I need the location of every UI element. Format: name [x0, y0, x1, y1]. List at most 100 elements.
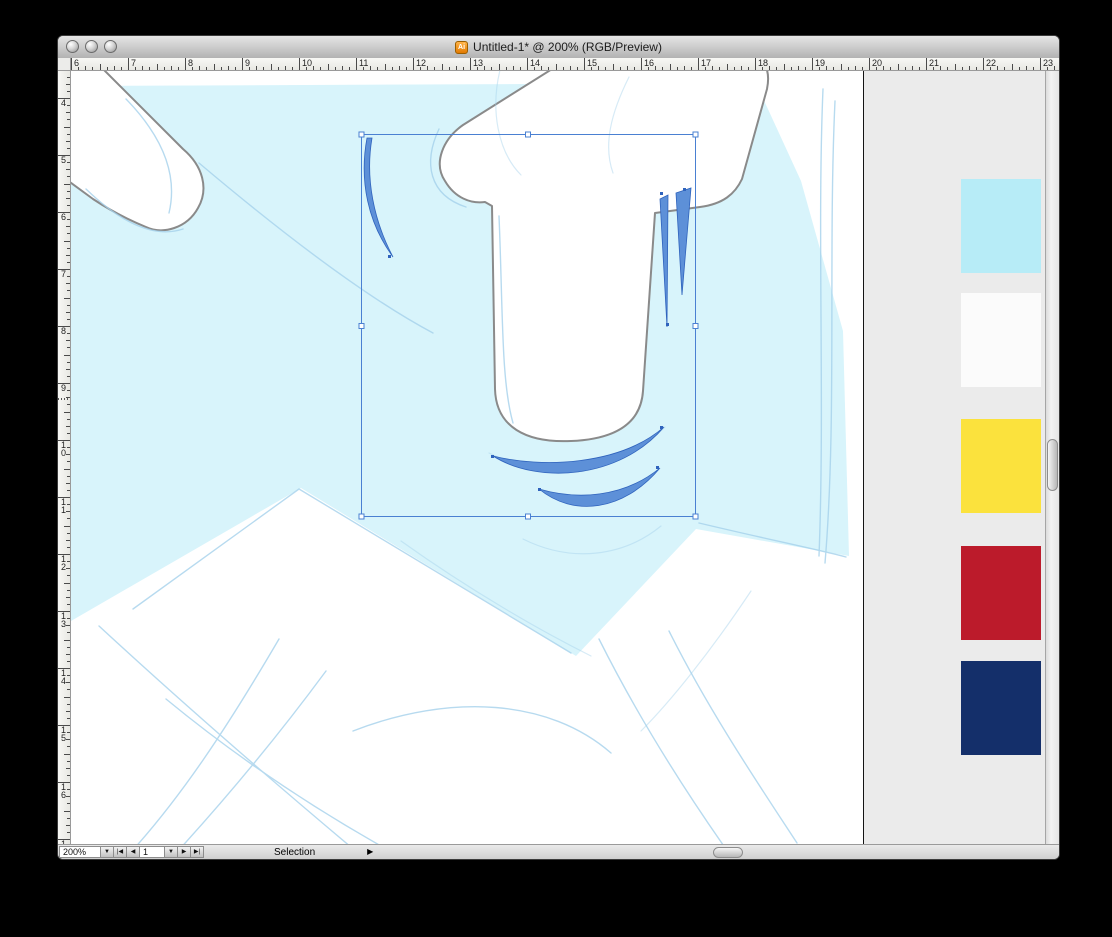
h-ruler-label: 6 [74, 58, 80, 68]
anchor-point[interactable] [683, 188, 686, 191]
swatch-cyan[interactable] [961, 179, 1041, 273]
h-ruler-tick [683, 66, 685, 70]
anchor-point[interactable] [666, 323, 669, 326]
h-ruler-tick [911, 66, 913, 70]
zoom-dropdown-button[interactable]: ▼ [100, 846, 114, 858]
swatch-red[interactable] [961, 546, 1041, 640]
anchor-point[interactable] [656, 466, 659, 469]
h-ruler-tick [662, 67, 664, 70]
titlebar[interactable]: Ai Untitled-1* @ 200% (RGB/Preview) [58, 36, 1059, 59]
pasteboard[interactable] [864, 71, 1045, 844]
anchor-point[interactable] [538, 488, 541, 491]
h-ruler-tick [227, 66, 229, 70]
h-ruler-tick [427, 66, 429, 70]
v-ruler-tick [67, 489, 70, 491]
v-ruler-tick [67, 190, 70, 192]
selection-handle[interactable] [692, 131, 699, 138]
status-text[interactable]: Selection [274, 847, 315, 858]
status-popup-arrow-icon[interactable]: ▶ [367, 848, 373, 856]
h-ruler-tick [983, 58, 984, 70]
v-ruler[interactable]: 4567891 01 11 21 31 41 51 61 7 [58, 71, 71, 844]
v-ruler-tick [67, 475, 70, 477]
v-ruler-tick [67, 675, 70, 677]
illustrator-doc-icon: Ai [455, 40, 469, 54]
anchor-point[interactable] [660, 192, 663, 195]
h-ruler-tick [676, 67, 678, 70]
h-ruler-label: 13 [473, 58, 484, 68]
h-ruler-tick [320, 67, 322, 70]
ruler-origin-corner[interactable] [58, 58, 71, 71]
v-ruler-label: 1 3 [61, 611, 67, 629]
anchor-point[interactable] [491, 455, 494, 458]
v-scrollbar-thumb[interactable] [1047, 439, 1058, 491]
selection-handle[interactable] [358, 323, 365, 329]
maximize-button[interactable] [104, 40, 117, 53]
v-ruler-tick [64, 411, 70, 413]
v-ruler-tick [66, 83, 70, 85]
h-ruler-tick [997, 66, 999, 70]
h-ruler-label: 23 [1043, 58, 1054, 68]
h-ruler-tick [92, 67, 94, 70]
swatch-navy[interactable] [961, 661, 1041, 755]
selection-handle[interactable] [692, 513, 699, 520]
h-scrollbar-thumb[interactable] [713, 847, 743, 858]
v-ruler-tick [67, 304, 70, 306]
v-ruler-label: 8 [61, 326, 67, 336]
selection-handle[interactable] [525, 513, 531, 520]
v-ruler-label: 6 [61, 212, 67, 222]
v-ruler-label: 1 2 [61, 554, 67, 572]
h-ruler-label: 21 [929, 58, 940, 68]
h-ruler-tick [370, 66, 372, 70]
h-ruler-tick [755, 58, 756, 70]
h-ruler-tick [356, 58, 357, 70]
h-ruler-tick [804, 67, 806, 70]
v-ruler-tick [67, 347, 70, 349]
first-page-button[interactable]: |◀ [113, 846, 127, 858]
h-ruler-tick [327, 64, 329, 70]
close-button[interactable] [66, 40, 79, 53]
v-ruler-tick [64, 183, 70, 185]
v-ruler-tick [64, 639, 70, 641]
h-ruler[interactable]: 6 7 8 9 10 11 12 13 14 15 16 17 18 19 20 21 22 23 [71, 58, 1059, 71]
h-ruler-tick [519, 67, 521, 70]
v-ruler-label: 9 [61, 383, 67, 393]
artwork-layer [71, 71, 849, 844]
selection-handle[interactable] [692, 323, 699, 329]
anchor-point[interactable] [660, 426, 663, 429]
h-ruler-tick [270, 64, 272, 70]
v-ruler-tick [66, 454, 70, 456]
swatch-white[interactable] [961, 293, 1041, 387]
v-ruler-label: 4 [61, 98, 67, 108]
v-ruler-tick [67, 418, 70, 420]
v-ruler-tick [67, 518, 70, 520]
swatch-yellow[interactable] [961, 419, 1041, 513]
h-ruler-tick [541, 66, 543, 70]
next-page-button[interactable]: ▶ [177, 846, 191, 858]
h-ruler-tick [199, 66, 201, 70]
h-ruler-tick [170, 66, 172, 70]
v-ruler-tick [67, 204, 70, 206]
v-ruler-tick [67, 789, 70, 791]
h-ruler-tick [99, 64, 101, 70]
v-ruler-tick [66, 368, 70, 370]
h-ruler-tick [441, 64, 443, 70]
prev-page-button[interactable]: ◀ [126, 846, 140, 858]
h-ruler-tick [106, 67, 108, 70]
selection-handle[interactable] [358, 513, 365, 520]
zoom-field[interactable]: 200% [59, 846, 101, 858]
minimize-button[interactable] [85, 40, 98, 53]
h-ruler-tick [869, 58, 870, 70]
window-controls [66, 40, 117, 53]
page-field[interactable]: 1 [139, 846, 165, 858]
page-dropdown-button[interactable]: ▼ [164, 846, 178, 858]
v-scrollbar[interactable] [1045, 71, 1059, 844]
anchor-point[interactable] [388, 255, 391, 258]
last-page-button[interactable]: ▶| [190, 846, 204, 858]
v-ruler-label: 5 [61, 155, 67, 165]
canvas[interactable] [71, 71, 1045, 844]
h-ruler-tick [633, 67, 635, 70]
window-title-group: Ai Untitled-1* @ 200% (RGB/Preview) [455, 40, 662, 54]
selection-handle[interactable] [358, 131, 365, 138]
v-ruler-tick [66, 226, 70, 228]
selection-handle[interactable] [525, 131, 531, 138]
